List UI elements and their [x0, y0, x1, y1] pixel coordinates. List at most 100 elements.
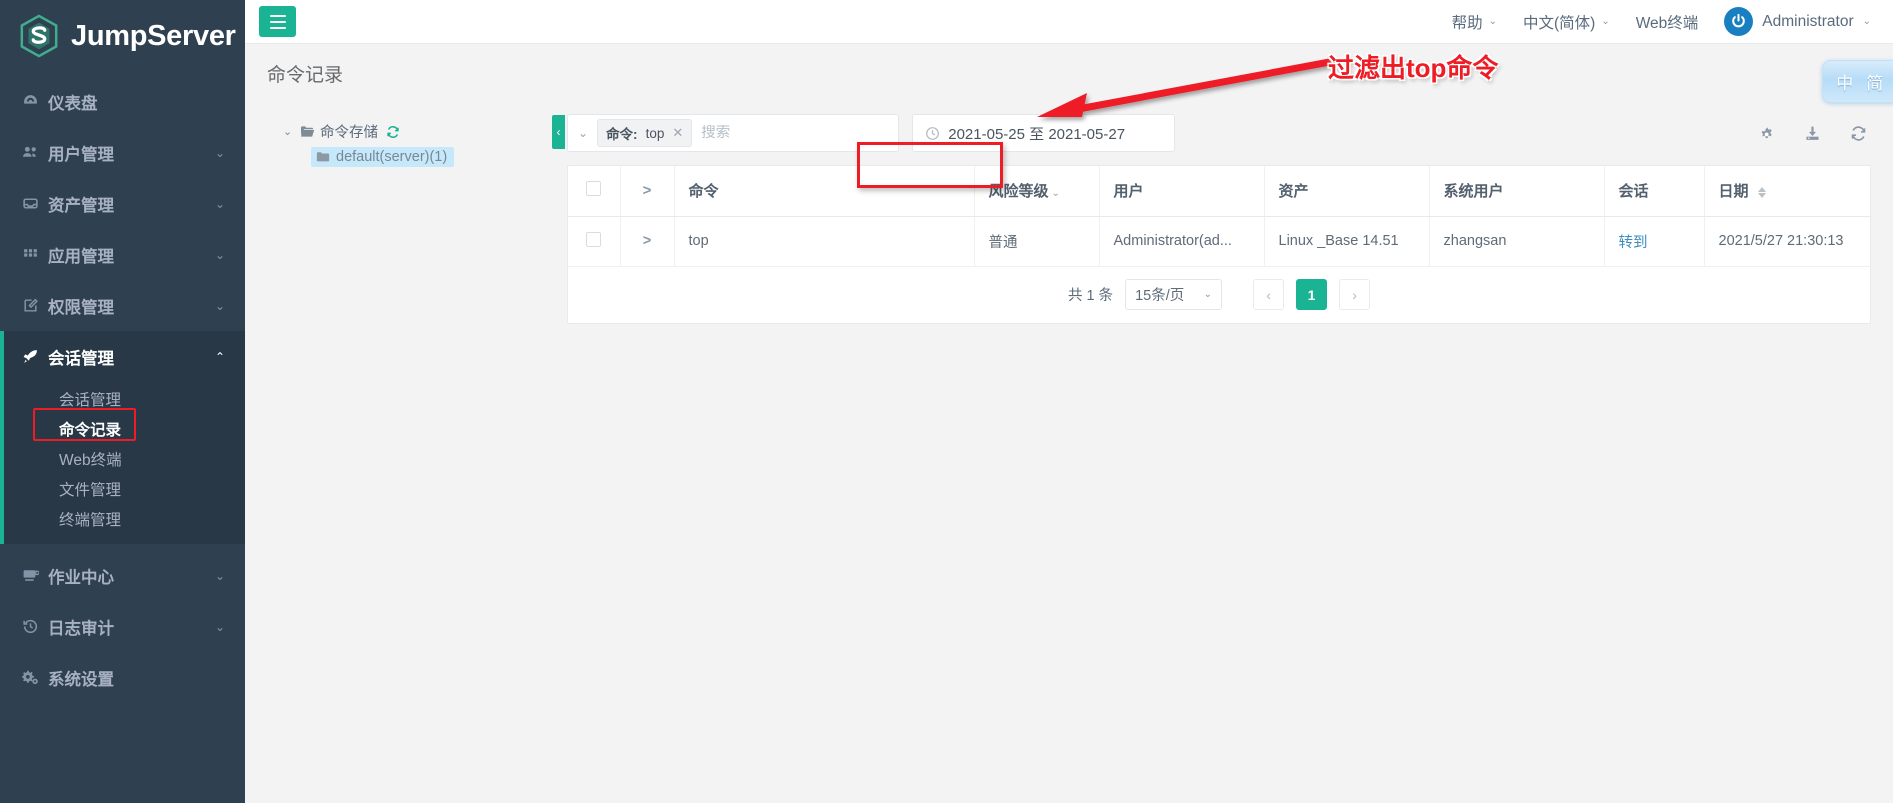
- table-body: > top 普通 Administrator(ad... Linux _Base…: [568, 216, 1870, 267]
- sidebar-item-label: 应用管理: [48, 247, 114, 266]
- sort-icon[interactable]: [1757, 186, 1766, 198]
- sidebar-subitem-command-records[interactable]: 命令记录: [0, 414, 245, 444]
- column-select-all[interactable]: [568, 166, 621, 217]
- total-count-label: 共 1 条: [1067, 288, 1114, 304]
- search-input[interactable]: [701, 125, 889, 141]
- sidebar-item-user-management[interactable]: 用户管理 ⌄: [0, 127, 245, 178]
- sidebar-item-asset-management[interactable]: 资产管理 ⌄: [0, 178, 245, 229]
- cell-session[interactable]: 转到: [1604, 216, 1705, 267]
- download-icon[interactable]: [1804, 125, 1821, 142]
- sidebar-item-system-settings[interactable]: 系统设置: [0, 652, 245, 703]
- tree-root-node[interactable]: ⌄ 命令存储: [283, 120, 567, 143]
- tree-collapse-toggle[interactable]: ‹: [552, 115, 565, 149]
- submenu-list: 会话管理 命令记录 Web终端 文件管理 终端管理: [0, 382, 245, 544]
- close-icon[interactable]: ✕: [672, 125, 683, 141]
- column-label: 会话: [1618, 183, 1649, 201]
- submenu-label: 命令记录: [59, 422, 122, 439]
- sidebar-item-label: 仪表盘: [48, 94, 98, 113]
- column-risk-level[interactable]: 风险等级 ⌄: [974, 166, 1100, 217]
- records-table-card: > 命令 风险等级 ⌄ 用户 资产 系统用户 会话 日期 > top 普通 Ad…: [567, 165, 1871, 324]
- cell-risk-level: 普通: [974, 216, 1100, 267]
- column-command[interactable]: 命令: [674, 166, 975, 217]
- column-expand-all[interactable]: >: [620, 166, 675, 217]
- user-menu[interactable]: Administrator ⌄: [1724, 7, 1871, 36]
- settings-gears-icon: [22, 669, 48, 686]
- hamburger-icon[interactable]: [259, 6, 296, 37]
- pagination: 共 1 条 15条/页 ⌄ ‹ 1 ›: [568, 267, 1870, 323]
- cell-date: 2021/5/27 21:30:13: [1704, 216, 1870, 267]
- column-user[interactable]: 用户: [1099, 166, 1265, 217]
- sidebar-item-log-audit[interactable]: 日志审计 ⌄: [0, 601, 245, 652]
- language-menu[interactable]: 中文(简体) ⌄: [1523, 11, 1610, 33]
- table-row[interactable]: > top 普通 Administrator(ad... Linux _Base…: [568, 216, 1870, 267]
- chevron-down-icon: ⌄: [1601, 16, 1610, 27]
- sidebar-subitem-terminal-management[interactable]: 终端管理: [0, 504, 245, 534]
- chevron-down-icon[interactable]: ⌄: [1052, 188, 1060, 199]
- filter-tag-key: 命令:: [606, 127, 638, 142]
- filter-tag-command[interactable]: 命令: top ✕: [597, 119, 693, 147]
- sidebar-item-label: 日志审计: [48, 619, 114, 638]
- chevron-up-icon: ⌃: [214, 349, 225, 364]
- prev-page-button[interactable]: ‹: [1253, 279, 1285, 310]
- ime-status-bar[interactable]: 中 简 ☽ 👕: [1822, 60, 1893, 103]
- history-icon: [22, 618, 48, 635]
- ime-chinese-toggle[interactable]: 中: [1836, 69, 1853, 94]
- sidebar-item-session-management[interactable]: 会话管理 ⌃: [0, 331, 245, 382]
- sidebar-item-dashboard[interactable]: 仪表盘: [0, 76, 245, 127]
- assets-box-icon: [22, 195, 48, 212]
- page-size-select[interactable]: 15条/页 ⌄: [1125, 279, 1223, 310]
- search-box[interactable]: ⌄ 命令: top ✕: [567, 114, 900, 152]
- column-session[interactable]: 会话: [1604, 166, 1705, 217]
- help-menu[interactable]: 帮助 ⌄: [1452, 11, 1497, 33]
- table-header-row: > 命令 风险等级 ⌄ 用户 资产 系统用户 会话 日期: [568, 166, 1870, 217]
- page-button-1[interactable]: 1: [1296, 279, 1328, 310]
- row-expand-cell[interactable]: >: [620, 216, 675, 267]
- chevron-down-icon: ⌄: [214, 247, 225, 262]
- ime-simplified-toggle[interactable]: 简: [1866, 69, 1883, 94]
- sidebar-subitem-file-management[interactable]: 文件管理: [0, 474, 245, 504]
- row-select-cell[interactable]: [568, 216, 621, 267]
- submenu-label: 文件管理: [59, 482, 122, 499]
- gear-icon[interactable]: [1758, 125, 1775, 142]
- column-label: 风险等级: [988, 183, 1049, 201]
- sidebar-subitem-session-management[interactable]: 会话管理: [0, 384, 245, 414]
- folder-open-icon: [300, 125, 315, 138]
- user-name-label: Administrator: [1762, 12, 1854, 30]
- column-system-user[interactable]: 系统用户: [1429, 166, 1605, 217]
- sidebar: JumpServer 仪表盘 用户管理 ⌄ 资产管理 ⌄ 应用管理 ⌄ 权限管理…: [0, 0, 245, 803]
- row-checkbox[interactable]: [586, 231, 602, 247]
- column-label: 命令: [688, 183, 719, 201]
- sidebar-subitem-web-terminal[interactable]: Web终端: [0, 444, 245, 474]
- chevron-down-icon[interactable]: ⌄: [578, 126, 588, 140]
- folder-icon: [316, 151, 330, 163]
- sidebar-item-label: 用户管理: [48, 145, 114, 164]
- goto-session-link[interactable]: 转到: [1619, 235, 1648, 251]
- refresh-icon[interactable]: [1850, 125, 1867, 142]
- tree-node-default-server[interactable]: default(server)(1): [311, 147, 455, 167]
- chevron-down-icon: ⌄: [1203, 289, 1213, 300]
- column-date[interactable]: 日期: [1704, 166, 1870, 217]
- sidebar-item-label: 系统设置: [48, 670, 114, 689]
- next-page-button[interactable]: ›: [1339, 279, 1371, 310]
- select-all-checkbox[interactable]: [586, 181, 602, 197]
- chevron-down-icon: ⌄: [1488, 16, 1497, 27]
- table-head: > 命令 风险等级 ⌄ 用户 资产 系统用户 会话 日期: [568, 166, 1870, 217]
- sidebar-submenu-session: 会话管理 命令记录 Web终端 文件管理 终端管理: [0, 382, 245, 544]
- column-label: 日期: [1718, 183, 1749, 201]
- sidebar-item-app-management[interactable]: 应用管理 ⌄: [0, 229, 245, 280]
- chevron-right-icon[interactable]: >: [643, 233, 651, 249]
- column-label: 资产: [1278, 183, 1309, 201]
- column-asset[interactable]: 资产: [1264, 166, 1430, 217]
- sidebar-nav: 仪表盘 用户管理 ⌄ 资产管理 ⌄ 应用管理 ⌄ 权限管理 ⌄ 会话管理 ⌃ 会…: [0, 72, 245, 703]
- main-area: 帮助 ⌄ 中文(简体) ⌄ Web终端 Administrator ⌄ 命令记录…: [245, 0, 1893, 803]
- column-label: 用户: [1113, 183, 1144, 201]
- language-label: 中文(简体): [1522, 14, 1596, 32]
- sidebar-item-job-center[interactable]: 作业中心 ⌄: [0, 550, 245, 601]
- refresh-icon[interactable]: [386, 125, 400, 139]
- web-terminal-link[interactable]: Web终端: [1636, 11, 1699, 33]
- chevron-down-icon[interactable]: ⌄: [283, 125, 295, 138]
- sidebar-item-permission-management[interactable]: 权限管理 ⌄: [0, 280, 245, 331]
- brand[interactable]: JumpServer: [0, 0, 245, 72]
- filter-tag-value: top: [645, 125, 665, 141]
- top-bar-right: 帮助 ⌄ 中文(简体) ⌄ Web终端 Administrator ⌄: [1452, 7, 1871, 36]
